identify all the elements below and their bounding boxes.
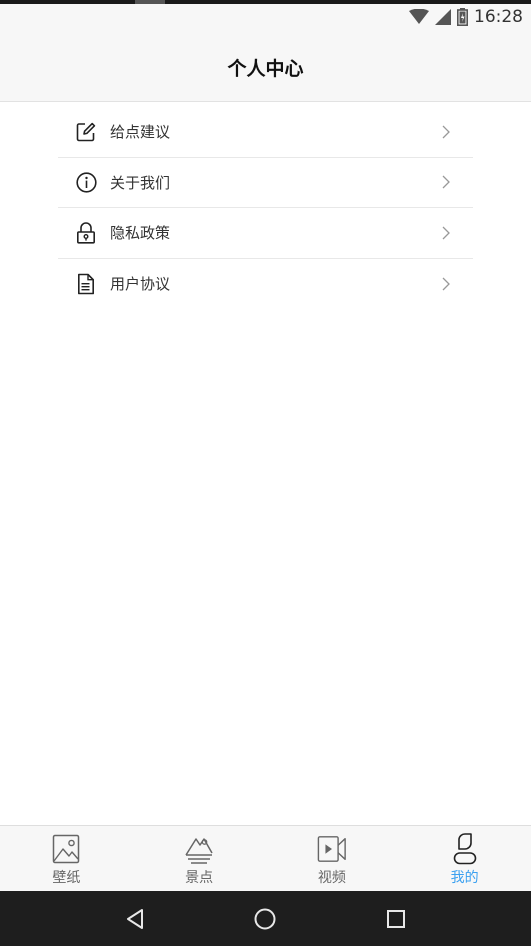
tab-scenic-spots[interactable]: 景点 (133, 826, 266, 891)
menu-item-label: 关于我们 (110, 173, 171, 192)
system-navigation-bar (0, 891, 531, 946)
wifi-icon (409, 9, 429, 24)
image-icon (51, 832, 81, 866)
tab-mine[interactable]: 我的 (398, 826, 531, 891)
tab-video[interactable]: 视频 (266, 826, 399, 891)
tab-label: 视频 (317, 870, 346, 886)
home-icon[interactable] (250, 904, 280, 934)
menu-item-label: 给点建议 (110, 123, 171, 142)
document-icon (75, 273, 97, 295)
tab-label: 我的 (450, 870, 479, 886)
menu-item-terms[interactable]: 用户协议 (58, 259, 473, 310)
back-icon[interactable] (120, 904, 150, 934)
menu-item-feedback[interactable]: 给点建议 (58, 107, 473, 158)
menu-item-about[interactable]: 关于我们 (58, 158, 473, 208)
settings-menu: 给点建议 关于我们 隐私政策 用户协议 (58, 107, 473, 309)
mountain-icon (184, 832, 214, 866)
cellular-signal-icon (435, 9, 451, 25)
status-icons: 16:28 (409, 6, 523, 28)
chevron-right-icon (442, 175, 450, 189)
lock-icon (75, 222, 97, 244)
tab-wallpaper[interactable]: 壁纸 (0, 826, 133, 891)
tab-label: 景点 (185, 870, 214, 886)
status-bar: 16:28 (0, 0, 531, 34)
chevron-right-icon (442, 125, 450, 139)
edit-icon (75, 121, 97, 143)
battery-icon (457, 8, 468, 26)
menu-item-label: 用户协议 (110, 275, 171, 294)
recents-icon[interactable] (381, 904, 411, 934)
video-icon (317, 832, 347, 866)
chevron-right-icon (442, 277, 450, 291)
info-icon (75, 171, 97, 193)
menu-item-label: 隐私政策 (110, 224, 171, 243)
app-header: 个人中心 (0, 34, 531, 102)
tab-label: 壁纸 (52, 870, 81, 886)
user-icon (450, 832, 480, 866)
camera-notch (135, 0, 165, 4)
chevron-right-icon (442, 226, 450, 240)
page-title: 个人中心 (227, 58, 304, 80)
menu-item-privacy[interactable]: 隐私政策 (58, 208, 473, 259)
status-bar-top-strip (0, 0, 531, 4)
status-time: 16:28 (474, 7, 523, 27)
bottom-tab-bar: 壁纸 景点 视频 我的 (0, 825, 531, 891)
